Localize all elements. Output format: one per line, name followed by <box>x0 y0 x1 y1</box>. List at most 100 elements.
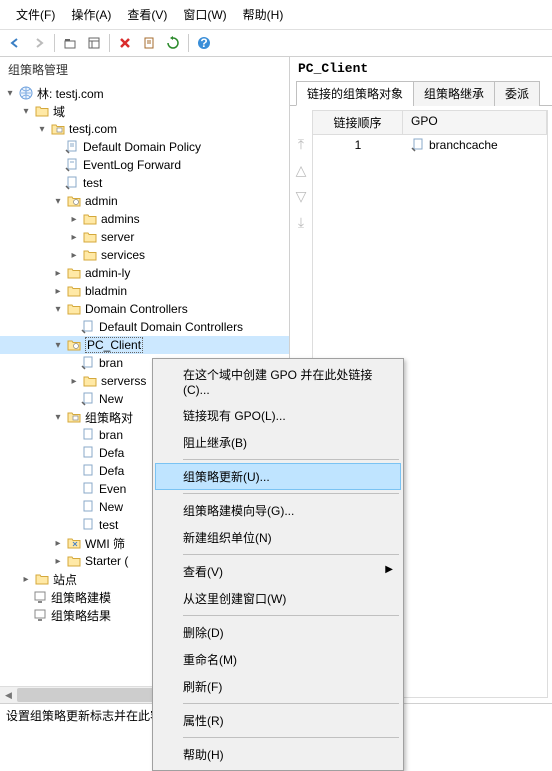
tree-node-ou[interactable]: ▾ admin <box>0 192 289 210</box>
expand-icon[interactable]: ▸ <box>68 231 80 243</box>
cm-block-inherit[interactable]: 阻止继承(B) <box>155 429 401 456</box>
help-button[interactable]: ? <box>193 32 215 54</box>
tree-node-ou[interactable]: ▾ Domain Controllers <box>0 300 289 318</box>
collapse-icon[interactable]: ▾ <box>52 339 64 351</box>
tree-node-domains[interactable]: ▾ 域 <box>0 102 289 120</box>
collapse-icon[interactable]: ▾ <box>52 303 64 315</box>
cm-rename[interactable]: 重命名(M) <box>155 646 401 673</box>
toolbar-separator <box>54 34 55 52</box>
cm-delete[interactable]: 删除(D) <box>155 619 401 646</box>
node-label: Default Domain Controllers <box>99 320 243 334</box>
node-label: 林: testj.com <box>37 85 104 102</box>
cm-view[interactable]: 查看(V)▶ <box>155 558 401 585</box>
cm-new-window[interactable]: 从这里创建窗口(W) <box>155 585 401 612</box>
menu-window[interactable]: 窗口(W) <box>175 4 234 25</box>
tab-delegation[interactable]: 委派 <box>494 81 540 106</box>
move-up-icon[interactable]: △ <box>292 162 310 180</box>
menu-file[interactable]: 文件(F) <box>8 4 63 25</box>
node-label: Default Domain Policy <box>83 140 201 154</box>
tab-linked-gpo[interactable]: 链接的组策略对象 <box>296 81 414 106</box>
move-top-icon[interactable]: ⤒ <box>292 136 310 154</box>
up-button[interactable] <box>59 32 81 54</box>
cm-link-gpo[interactable]: 链接现有 GPO(L)... <box>155 402 401 429</box>
collapse-icon[interactable]: ▾ <box>52 195 64 207</box>
collapse-icon[interactable]: ▾ <box>36 123 48 135</box>
expand-icon[interactable]: ▸ <box>68 213 80 225</box>
ou-icon <box>82 247 98 263</box>
svg-text:?: ? <box>200 36 207 50</box>
menu-help[interactable]: 帮助(H) <box>235 4 292 25</box>
pane-title: 组策略管理 <box>0 57 289 82</box>
collapse-icon[interactable]: ▾ <box>4 87 16 99</box>
ou-icon <box>82 373 98 389</box>
context-menu: 在这个域中创建 GPO 并在此处链接(C)... 链接现有 GPO(L)... … <box>152 358 404 771</box>
cm-gp-update[interactable]: 组策略更新(U)... <box>155 463 401 490</box>
tree-node-ou[interactable]: ▸ admins <box>0 210 289 228</box>
gpo-icon <box>80 463 96 479</box>
cm-refresh[interactable]: 刷新(F) <box>155 673 401 700</box>
cm-help[interactable]: 帮助(H) <box>155 741 401 768</box>
cm-create-gpo[interactable]: 在这个域中创建 GPO 并在此处链接(C)... <box>155 361 401 402</box>
gpo-link-icon <box>64 157 80 173</box>
table-row[interactable]: 1 branchcache <box>313 135 547 155</box>
expand-icon[interactable]: ▸ <box>52 267 64 279</box>
cm-properties[interactable]: 属性(R) <box>155 707 401 734</box>
scroll-left-icon[interactable]: ◀ <box>0 687 17 703</box>
ou-icon <box>82 211 98 227</box>
toolbar: ? <box>0 30 552 57</box>
tree-node-gpo[interactable]: EventLog Forward <box>0 156 289 174</box>
tree-node-ou[interactable]: ▸ services <box>0 246 289 264</box>
expand-icon[interactable]: ▸ <box>52 537 64 549</box>
cm-modeling-wizard[interactable]: 组策略建模向导(G)... <box>155 497 401 524</box>
menu-separator <box>183 703 399 704</box>
menu-view[interactable]: 查看(V) <box>119 4 175 25</box>
forward-button[interactable] <box>28 32 50 54</box>
tree-node-gpo[interactable]: Default Domain Policy <box>0 138 289 156</box>
back-button[interactable] <box>4 32 26 54</box>
move-down-icon[interactable]: ▽ <box>292 188 310 206</box>
gpo-folder-icon <box>66 409 82 425</box>
node-label: admin <box>85 194 118 208</box>
show-hide-button[interactable] <box>83 32 105 54</box>
collapse-icon[interactable]: ▾ <box>52 411 64 423</box>
col-gpo[interactable]: GPO <box>403 111 547 134</box>
delete-button[interactable] <box>114 32 136 54</box>
toolbar-separator <box>109 34 110 52</box>
tree-node-pc-client[interactable]: ▾ PC_Client <box>0 336 289 354</box>
properties-button[interactable] <box>138 32 160 54</box>
expand-icon[interactable]: ▸ <box>52 285 64 297</box>
tree-node-ou[interactable]: ▸ admin-ly <box>0 264 289 282</box>
cm-new-ou[interactable]: 新建组织单位(N) <box>155 524 401 551</box>
scroll-thumb[interactable] <box>17 688 171 702</box>
tree-node-domain[interactable]: ▾ testj.com <box>0 120 289 138</box>
expand-icon[interactable]: ▸ <box>52 555 64 567</box>
expand-icon[interactable]: ▸ <box>68 375 80 387</box>
tree-node-gpo[interactable]: test <box>0 174 289 192</box>
tree-node-ou[interactable]: ▸ server <box>0 228 289 246</box>
tab-inheritance[interactable]: 组策略继承 <box>413 81 495 106</box>
tabs: 链接的组策略对象 组策略继承 委派 <box>290 80 552 106</box>
node-label: EventLog Forward <box>83 158 181 172</box>
modeling-icon <box>32 589 48 605</box>
toolbar-separator <box>188 34 189 52</box>
node-label: New <box>99 392 123 406</box>
collapse-icon[interactable]: ▾ <box>20 105 32 117</box>
gpo-link-icon <box>80 355 96 371</box>
expand-icon[interactable]: ▸ <box>20 573 32 585</box>
node-label: 组策略对 <box>85 409 133 426</box>
tree-node-ou[interactable]: ▸ bladmin <box>0 282 289 300</box>
col-link-order[interactable]: 链接顺序 <box>313 111 403 134</box>
results-icon <box>32 607 48 623</box>
node-label: admins <box>101 212 140 226</box>
refresh-button[interactable] <box>162 32 184 54</box>
expand-icon[interactable]: ▸ <box>68 249 80 261</box>
gpo-icon <box>80 517 96 533</box>
submenu-arrow-icon: ▶ <box>385 564 393 575</box>
gpo-icon <box>80 427 96 443</box>
node-label: 组策略结果 <box>51 607 111 624</box>
tree-node-forest[interactable]: ▾ 林: testj.com <box>0 84 289 102</box>
menu-action[interactable]: 操作(A) <box>63 4 119 25</box>
move-bottom-icon[interactable]: ⤓ <box>292 214 310 232</box>
tree-node-gpo[interactable]: Default Domain Controllers <box>0 318 289 336</box>
gpo-link-icon <box>80 319 96 335</box>
